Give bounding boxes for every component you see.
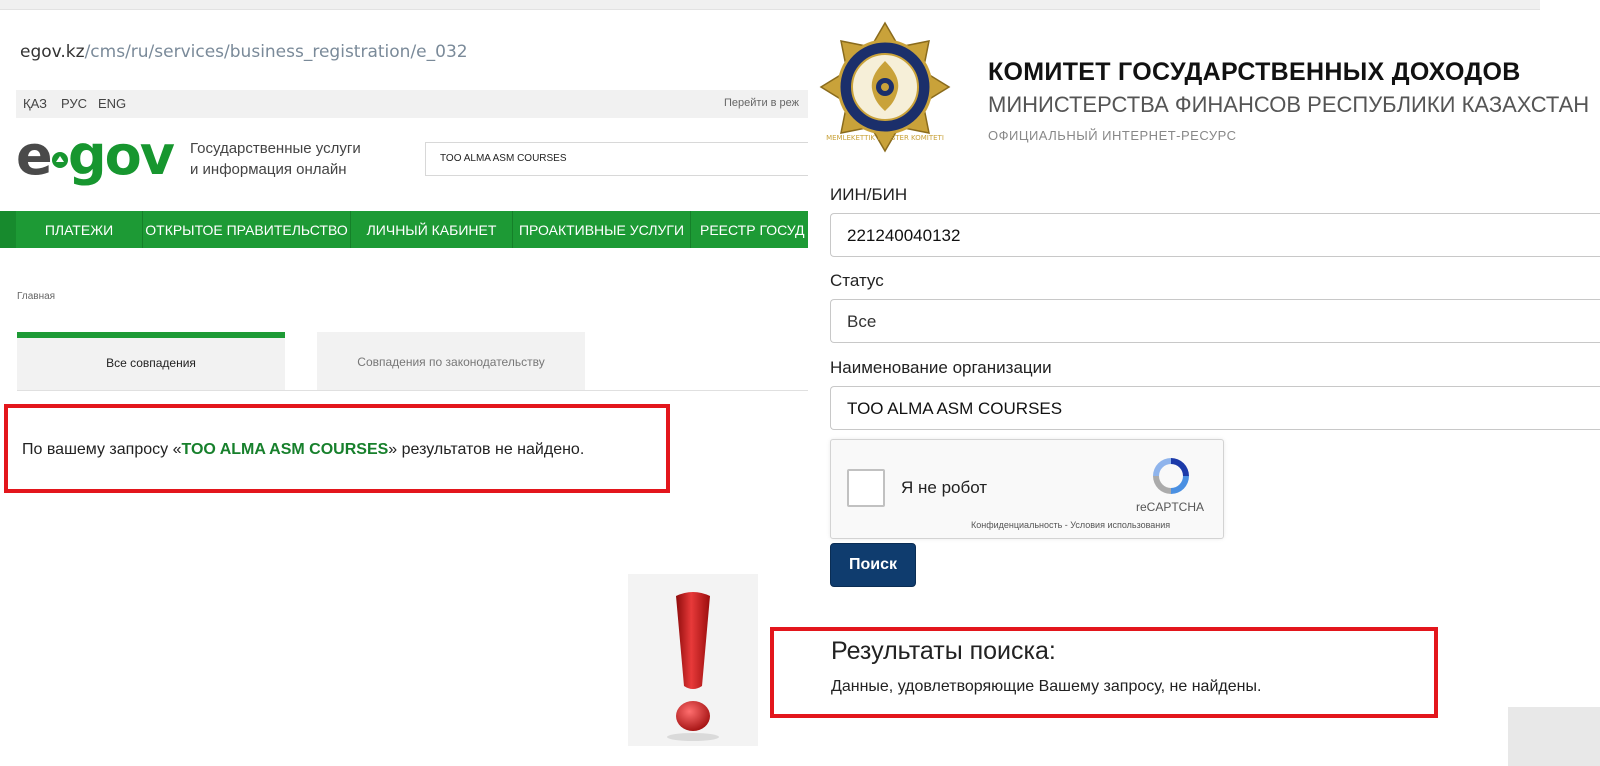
- egov-no-results-box: По вашему запросу «TOO ALMA ASM COURSES»…: [4, 404, 670, 493]
- iin-bin-label: ИИН/БИН: [830, 185, 908, 204]
- nav-open-government[interactable]: ОТКРЫТОЕ ПРАВИТЕЛЬСТВО: [142, 211, 350, 248]
- address-bar[interactable]: egov.kz/cms/ru/services/business_registr…: [20, 42, 468, 62]
- tagline-line-2: и информация онлайн: [190, 161, 347, 178]
- recaptcha-widget: Я не робот reCAPTCHA Конфиденциальность …: [830, 439, 1224, 539]
- checkbox-icon[interactable]: [847, 469, 885, 507]
- mode-switch-link[interactable]: Перейти в реж: [724, 97, 799, 109]
- kgd-emblem: MEMLEKETTIK KIRISTER KOMITETI: [819, 21, 951, 153]
- captcha-label: Я не робот: [901, 478, 988, 497]
- warning-panel: [628, 574, 758, 746]
- search-button[interactable]: Поиск: [830, 543, 916, 587]
- lang-rus-link[interactable]: РУС: [61, 96, 87, 111]
- no-results-prefix: По вашему запросу «: [22, 441, 182, 458]
- status-label: Статус: [830, 271, 884, 290]
- exclamation-icon: [667, 592, 719, 741]
- egov-no-results-text: По вашему запросу «TOO ALMA ASM COURSES»…: [22, 441, 584, 459]
- nav-payments[interactable]: ПЛАТЕЖИ: [16, 211, 142, 248]
- corner-block: [1508, 707, 1600, 766]
- logo-e: e: [16, 124, 53, 187]
- tab-all-matches[interactable]: Все совпадения: [17, 332, 285, 390]
- nav-personal-cabinet[interactable]: ЛИЧНЫЙ КАБИНЕТ: [350, 211, 512, 248]
- recaptcha-terms-link[interactable]: Конфиденциальность - Условия использован…: [971, 520, 1170, 530]
- results-title: Результаты поиска:: [831, 637, 1056, 665]
- url-path: /cms/ru/services/business_registration/e…: [84, 42, 468, 62]
- org-name-input[interactable]: TOO ALMA ASM COURSES: [830, 386, 1600, 430]
- egov-logo[interactable]: e gov: [16, 124, 176, 188]
- egov-search-input[interactable]: TOO ALMA ASM COURSES: [425, 142, 808, 176]
- no-results-query: TOO ALMA ASM COURSES: [181, 441, 389, 458]
- results-text: Данные, удовлетворяющие Вашему запросу, …: [831, 678, 1262, 695]
- logo-gov: gov: [68, 124, 175, 187]
- recaptcha-icon: [1153, 458, 1189, 494]
- lang-kaz-link[interactable]: ҚАЗ: [23, 96, 47, 111]
- logo-arrow-icon: [52, 152, 68, 168]
- kgd-results-box: Результаты поиска: Данные, удовлетворяющ…: [770, 627, 1438, 718]
- kgd-note: ОФИЦИАЛЬНЫЙ ИНТЕРНЕТ-РЕСУРС: [988, 128, 1237, 143]
- egov-tagline: Государственные услуги и информация онла…: [190, 138, 361, 180]
- breadcrumb[interactable]: Главная: [17, 291, 55, 302]
- lang-eng-link[interactable]: ENG: [98, 96, 126, 111]
- org-name-label: Наименование организации: [830, 358, 1052, 377]
- kgd-panel: MEMLEKETTIK KIRISTER KOMITETI КОМИТЕТ ГО…: [770, 10, 1600, 766]
- tab-divider: [17, 390, 808, 391]
- browser-top-strip-left: [0, 0, 1540, 10]
- nav-edge: [0, 211, 16, 248]
- emblem-text: MEMLEKETTIK KIRISTER KOMITETI: [826, 134, 944, 142]
- iin-bin-input[interactable]: 221240040132: [830, 213, 1600, 257]
- kgd-subtitle: МИНИСТЕРСТВА ФИНАНСОВ РЕСПУБЛИКИ КАЗАХСТ…: [988, 92, 1590, 117]
- language-bar: ҚАЗ РУС ENG Перейти в реж: [16, 90, 808, 118]
- tagline-line-1: Государственные услуги: [190, 140, 361, 157]
- no-results-suffix: » результатов не найдено.: [388, 441, 585, 458]
- kgd-title: КОМИТЕТ ГОСУДАРСТВЕННЫХ ДОХОДОВ: [988, 58, 1521, 86]
- main-nav: ПЛАТЕЖИ ОТКРЫТОЕ ПРАВИТЕЛЬСТВО ЛИЧНЫЙ КА…: [0, 211, 808, 248]
- url-host: egov.kz: [20, 42, 85, 62]
- recaptcha-brand: reCAPTCHA: [1136, 500, 1205, 514]
- status-select[interactable]: Все: [830, 299, 1600, 343]
- tab-legislation-matches[interactable]: Совпадения по законодательству: [317, 332, 585, 390]
- nav-proactive-services[interactable]: ПРОАКТИВНЫЕ УСЛУГИ: [512, 211, 690, 248]
- nav-registry[interactable]: РЕЕСТР ГОСУД: [690, 211, 808, 248]
